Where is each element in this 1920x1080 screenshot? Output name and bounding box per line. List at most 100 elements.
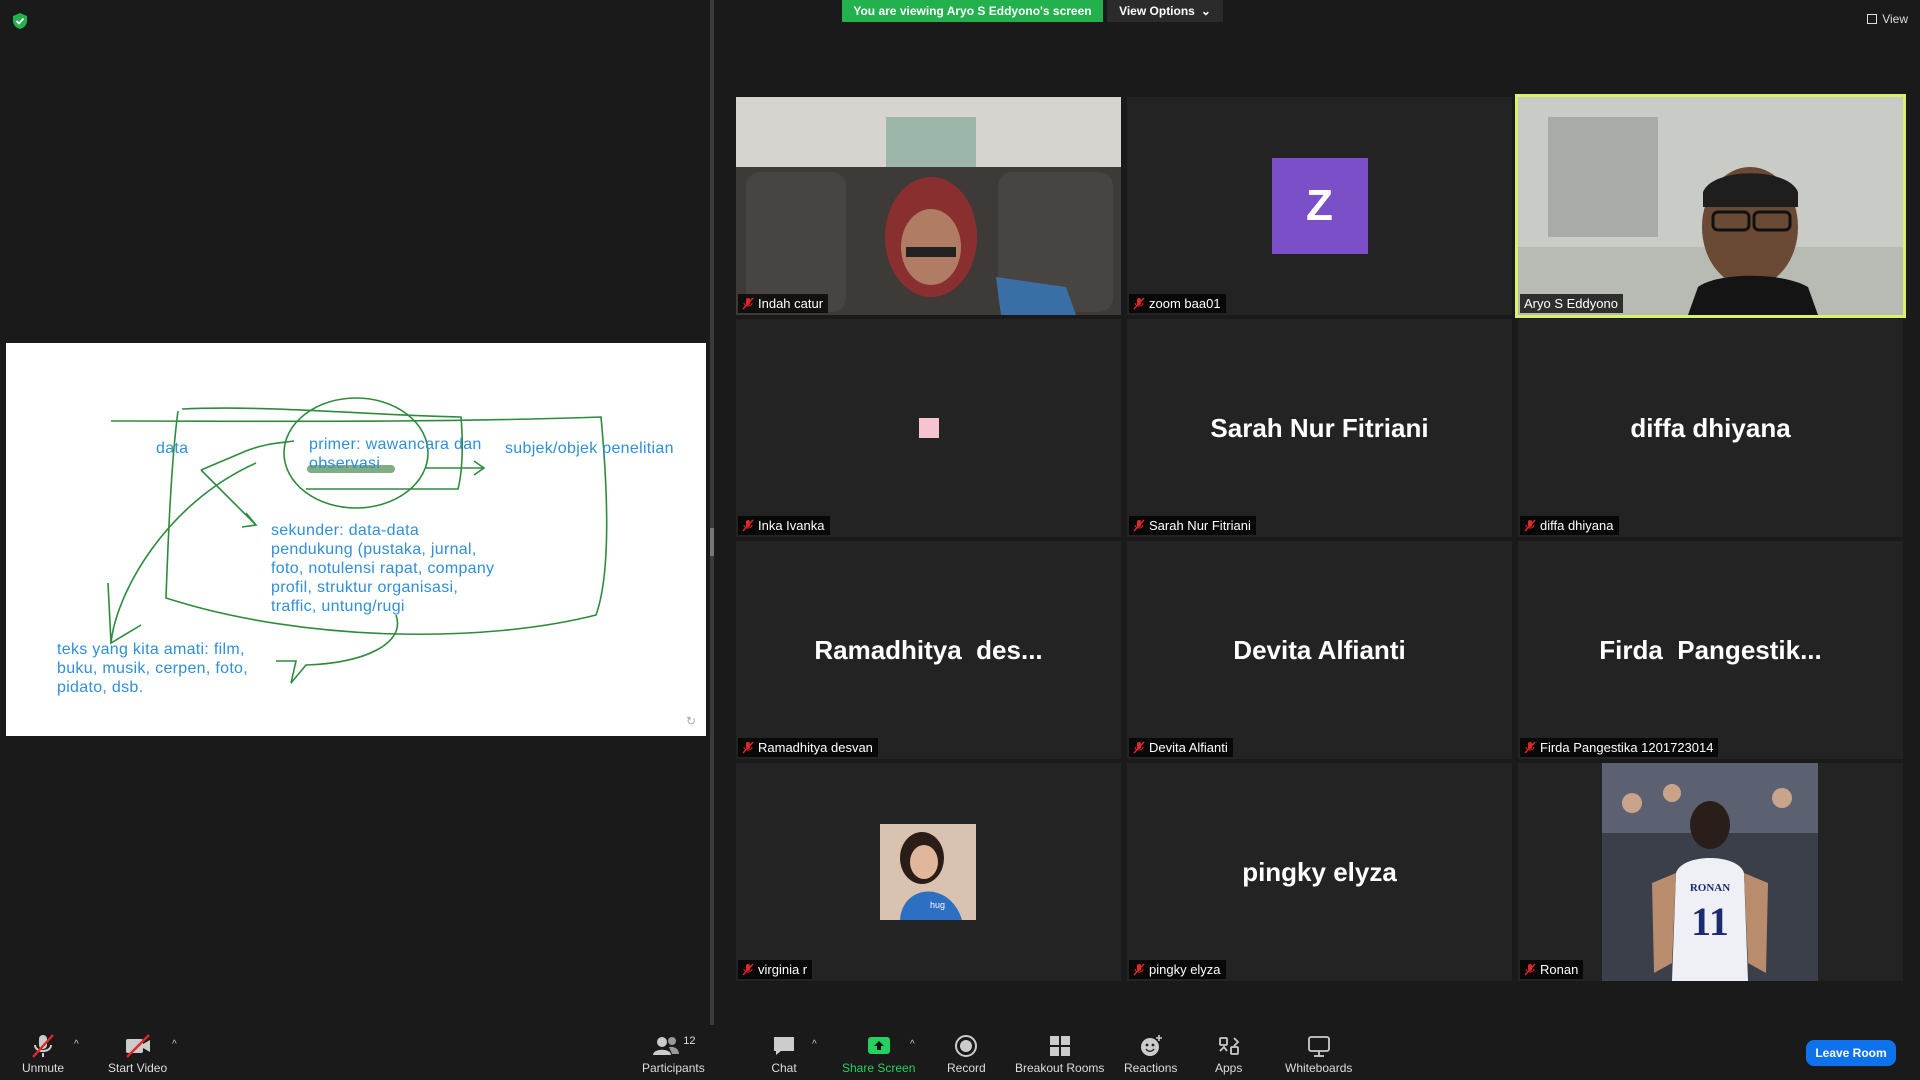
- whiteboards-button[interactable]: Whiteboards: [1285, 1033, 1352, 1075]
- mic-muted-icon: [1133, 963, 1145, 976]
- record-icon: [953, 1033, 979, 1059]
- chat-options-caret[interactable]: ^: [812, 1039, 817, 1050]
- participant-label: virginia r: [738, 960, 813, 979]
- chat-label: Chat: [771, 1061, 797, 1075]
- mic-muted-icon: [742, 963, 754, 976]
- participant-name: Devita Alfianti: [1149, 740, 1228, 755]
- profile-photo-ronan: RONAN 11: [1602, 763, 1818, 981]
- participant-name: Inka Ivanka: [758, 518, 825, 533]
- reactions-button[interactable]: Reactions: [1124, 1033, 1177, 1075]
- mic-muted-icon: [1133, 519, 1145, 532]
- participant-tile-zoom-baa01[interactable]: Z zoom baa01: [1127, 97, 1512, 315]
- participant-name: Firda Pangestika 1201723014: [1540, 740, 1714, 755]
- participant-tile-ramadhitya[interactable]: Ramadhitya des... Ramadhitya desvan: [736, 541, 1121, 759]
- apps-label: Apps: [1215, 1061, 1243, 1075]
- unmute-button[interactable]: Unmute: [22, 1033, 64, 1075]
- participant-name: Indah catur: [758, 296, 824, 311]
- mic-muted-icon: [1524, 519, 1536, 532]
- participant-label: Devita Alfianti: [1129, 738, 1233, 757]
- participant-tile-ronan[interactable]: RONAN 11 Ronan: [1518, 763, 1903, 981]
- participant-name: pingky elyza: [1149, 962, 1221, 977]
- breakout-rooms-button[interactable]: Breakout Rooms: [1015, 1033, 1104, 1075]
- viewing-screen-banner: You are viewing Aryo S Eddyono's screen: [842, 0, 1103, 22]
- participant-display-name: pingky elyza: [1242, 856, 1397, 887]
- participant-label: Sarah Nur Fitriani: [1129, 516, 1256, 535]
- pane-splitter[interactable]: [710, 0, 714, 1025]
- video-feed-indah: [736, 97, 1121, 315]
- mic-muted-icon: [742, 741, 754, 754]
- wb-arrow-left: [200, 440, 295, 471]
- apps-button[interactable]: Apps: [1215, 1033, 1242, 1075]
- whiteboards-label: Whiteboards: [1285, 1061, 1353, 1075]
- wb-text-sekunder: sekunder: data-data pendukung (pustaka, …: [271, 522, 495, 615]
- unmute-label: Unmute: [22, 1061, 65, 1075]
- participant-label: Aryo S Eddyono: [1520, 294, 1623, 313]
- participant-display-name: diffa dhiyana: [1630, 412, 1791, 443]
- view-options-label: View Options: [1119, 4, 1195, 18]
- mic-muted-icon: [1133, 741, 1145, 754]
- participant-name: zoom baa01: [1149, 296, 1221, 311]
- meeting-toolbar: Unmute ^ Start Video ^ 12 Participants C…: [0, 1025, 1920, 1080]
- view-label: View: [1882, 12, 1908, 26]
- mic-muted-icon: [1133, 297, 1145, 310]
- participant-label: Inka Ivanka: [738, 516, 830, 535]
- wb-text-subjek: subjek/objek penelitian: [505, 440, 674, 457]
- svg-text:hug: hug: [930, 900, 945, 910]
- start-video-button[interactable]: Start Video: [108, 1033, 167, 1075]
- mic-muted-icon: [742, 297, 754, 310]
- view-options-button[interactable]: View Options ⌄: [1107, 0, 1223, 22]
- participant-name: Ronan: [1540, 962, 1579, 977]
- participant-label: pingky elyza: [1129, 960, 1226, 979]
- wb-text-data: data: [156, 440, 189, 457]
- mic-off-icon: [30, 1033, 56, 1059]
- participant-label: Indah catur: [738, 294, 829, 313]
- participant-name: Sarah Nur Fitriani: [1149, 518, 1251, 533]
- record-button[interactable]: Record: [947, 1033, 986, 1075]
- audio-options-caret[interactable]: ^: [74, 1039, 79, 1050]
- participant-name: Ramadhitya desvan: [758, 740, 873, 755]
- share-options-caret[interactable]: ^: [910, 1039, 915, 1050]
- wb-text-teks: teks yang kita amati: film, buku, musik,…: [57, 641, 249, 696]
- participant-display-name: Sarah Nur Fitriani: [1210, 412, 1429, 443]
- participant-display-name: Devita Alfianti: [1233, 634, 1406, 665]
- participant-name: virginia r: [758, 962, 808, 977]
- participant-tile-diffa[interactable]: diffa dhiyana diffa dhiyana: [1518, 319, 1903, 537]
- participant-label: Ramadhitya desvan: [738, 738, 878, 757]
- wb-text-primer: primer: wawancara dan observasi: [309, 436, 482, 472]
- participant-tile-aryo-active-speaker[interactable]: Aryo S Eddyono: [1515, 94, 1906, 318]
- participant-tile-devita[interactable]: Devita Alfianti Devita Alfianti: [1127, 541, 1512, 759]
- share-screen-button[interactable]: Share Screen: [842, 1033, 915, 1075]
- chevron-down-icon: ⌄: [1200, 4, 1211, 18]
- participant-tile-sarah[interactable]: Sarah Nur Fitriani Sarah Nur Fitriani: [1127, 319, 1512, 537]
- splitter-grip[interactable]: [710, 528, 714, 556]
- leave-room-button[interactable]: Leave Room: [1806, 1040, 1896, 1066]
- wb-arrow-down: [200, 469, 258, 528]
- participant-tile-virginia[interactable]: hug virginia r: [736, 763, 1121, 981]
- view-button[interactable]: View: [1867, 12, 1908, 26]
- jersey-number: 11: [1691, 899, 1729, 944]
- participant-tile-pingky[interactable]: pingky elyza pingky elyza: [1127, 763, 1512, 981]
- whiteboard-canvas[interactable]: data primer: wawancara dan observasi sub…: [6, 343, 706, 736]
- video-options-caret[interactable]: ^: [172, 1039, 177, 1050]
- participant-label: zoom baa01: [1129, 294, 1226, 313]
- mic-muted-icon: [1524, 741, 1536, 754]
- whiteboard-icon: [1306, 1033, 1332, 1059]
- video-off-icon: [124, 1033, 152, 1059]
- participant-display-name: Ramadhitya des...: [814, 634, 1043, 665]
- mic-muted-icon: [742, 519, 754, 532]
- participants-label: Participants: [642, 1061, 705, 1075]
- avatar: [918, 418, 939, 438]
- chat-button[interactable]: Chat: [771, 1033, 797, 1075]
- participants-button[interactable]: 12 Participants: [642, 1033, 705, 1075]
- participant-display-name: Firda Pangestik...: [1599, 634, 1822, 665]
- avatar: Z: [1271, 158, 1368, 254]
- security-shield-icon[interactable]: [12, 12, 28, 30]
- participant-tile-firda[interactable]: Firda Pangestik... Firda Pangestika 1201…: [1518, 541, 1903, 759]
- shared-screen-pane: data primer: wawancara dan observasi sub…: [0, 0, 710, 1025]
- participant-tile-inka[interactable]: Inka Ivanka: [736, 319, 1121, 537]
- participant-label: Firda Pangestika 1201723014: [1520, 738, 1719, 757]
- participant-tile-indah[interactable]: Indah catur: [736, 97, 1121, 315]
- view-grid-icon: [1867, 14, 1878, 24]
- video-feed-aryo: [1518, 97, 1903, 315]
- refresh-icon[interactable]: ↻: [686, 714, 696, 728]
